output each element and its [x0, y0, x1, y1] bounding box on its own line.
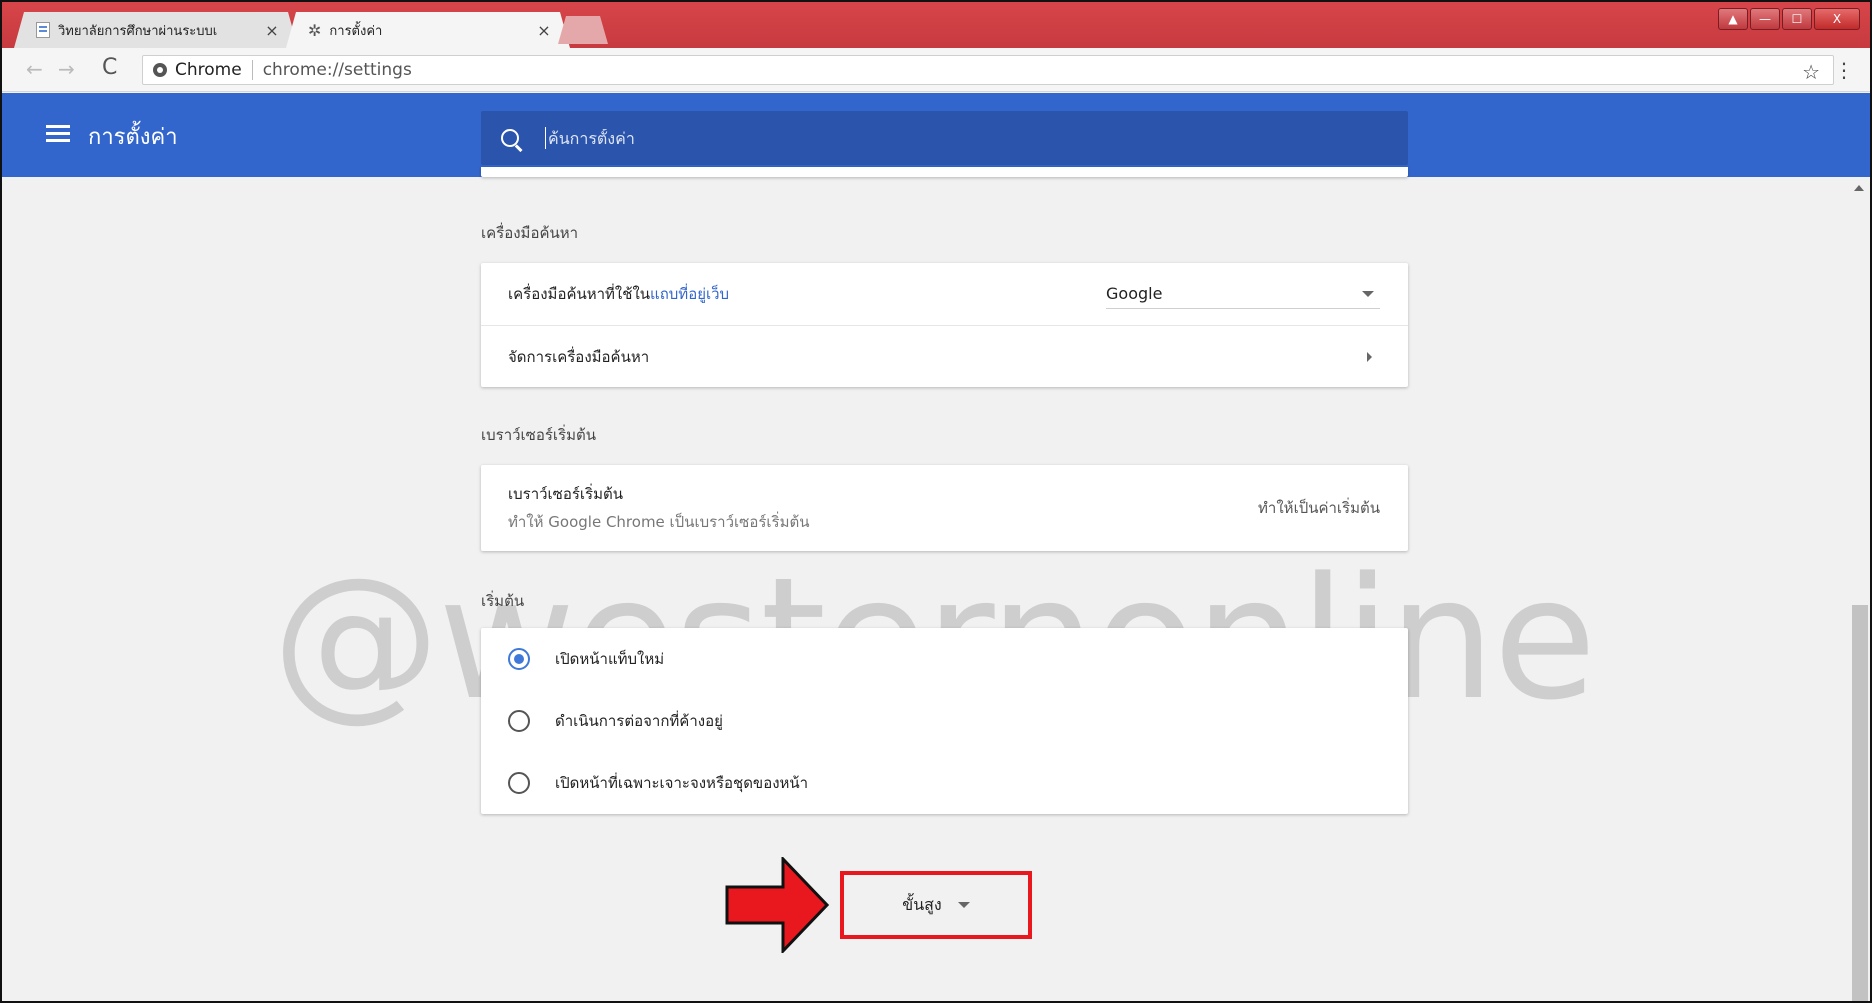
tab-title: การตั้งค่า [329, 23, 383, 39]
reload-icon[interactable]: C [102, 55, 117, 80]
tab-college[interactable]: วิทยาลัยการศึกษาผ่านระบบเ × [14, 12, 298, 48]
radio-unselected-icon[interactable] [508, 710, 530, 732]
new-tab-button[interactable] [558, 16, 608, 44]
back-icon[interactable]: ← [26, 57, 43, 81]
origin-chip-label: Chrome [175, 60, 242, 80]
tab-settings[interactable]: ✲ การตั้งค่า × [286, 12, 570, 48]
settings-content: @westernonline เครื่องมือค้นหา เครื่องมื… [2, 167, 1852, 1001]
scroll-up-icon[interactable] [1854, 185, 1864, 191]
browser-window: วิทยาลัยการศึกษาผ่านระบบเ × ✲ การตั้งค่า… [0, 0, 1872, 1003]
chrome-icon [153, 63, 167, 77]
close-tab-icon[interactable]: × [536, 21, 552, 40]
section-title-on-startup: เริ่มต้น [481, 592, 525, 610]
startup-option-label: เปิดหน้าที่เฉพาะเจาะจงหรือชุดของหน้า [555, 774, 809, 792]
tab-title: วิทยาลัยการศึกษาผ่านระบบเ [58, 23, 218, 39]
search-engine-row: เครื่องมือค้นหาที่ใช้ในแถบที่อยู่เว็บ Go… [481, 263, 1408, 325]
radio-selected-icon[interactable] [508, 648, 530, 670]
default-browser-primary: เบราว์เซอร์เริ่มต้น [508, 485, 623, 503]
settings-header: การตั้งค่า [2, 93, 1870, 177]
hamburger-icon[interactable] [46, 125, 70, 143]
search-engine-value: Google [1106, 284, 1163, 303]
chevron-right-icon [1367, 351, 1372, 362]
advanced-button[interactable]: ขั้นสูง [840, 871, 1032, 939]
manage-search-engines-label: จัดการเครื่องมือค้นหา [508, 347, 650, 366]
search-engine-select[interactable]: Google [1106, 279, 1380, 309]
browser-toolbar: ← → C Chrome chrome://settings ☆ ⋮ [2, 48, 1870, 92]
forward-icon[interactable]: → [58, 57, 75, 81]
section-title-default-browser: เบราว์เซอร์เริ่มต้น [481, 426, 596, 444]
page-title: การตั้งค่า [88, 125, 178, 150]
advanced-label: ขั้นสูง [902, 894, 942, 914]
search-engine-card: เครื่องมือค้นหาที่ใช้ในแถบที่อยู่เว็บ Go… [481, 263, 1408, 387]
section-title-search-engine: เครื่องมือค้นหา [481, 224, 579, 242]
search-input[interactable] [548, 128, 1348, 148]
manage-search-engines-row[interactable]: จัดการเครื่องมือค้นหา [481, 325, 1408, 387]
bookmark-star-icon[interactable]: ☆ [1802, 60, 1820, 84]
scrollbar-thumb[interactable] [1852, 605, 1868, 1001]
gear-icon: ✲ [308, 20, 322, 40]
startup-option-label: ดำเนินการต่อจากที่ค้างอยู่ [555, 712, 723, 730]
window-controls: ▲ — ☐ X [1718, 8, 1860, 30]
default-browser-row: เบราว์เซอร์เริ่มต้น ทำให้ Google Chrome … [481, 465, 1408, 551]
startup-option-continue[interactable]: ดำเนินการต่อจากที่ค้างอยู่ [481, 690, 1408, 752]
document-icon [36, 22, 50, 38]
search-engine-label-text: เครื่องมือค้นหาที่ใช้ใน [508, 285, 651, 303]
dropdown-arrow-icon [1362, 290, 1374, 297]
default-browser-card: เบราว์เซอร์เริ่มต้น ทำให้ Google Chrome … [481, 465, 1408, 551]
close-window-button[interactable]: X [1814, 8, 1860, 30]
on-startup-card: เปิดหน้าแท็บใหม่ ดำเนินการต่อจากที่ค้างอ… [481, 628, 1408, 814]
radio-unselected-icon[interactable] [508, 772, 530, 794]
startup-option-new-tab[interactable]: เปิดหน้าแท็บใหม่ [481, 628, 1408, 690]
maximize-button[interactable]: ☐ [1782, 8, 1812, 30]
address-bar-link[interactable]: แถบที่อยู่เว็บ [650, 285, 729, 303]
search-engine-label: เครื่องมือค้นหาที่ใช้ในแถบที่อยู่เว็บ [508, 282, 1106, 306]
url-text: chrome://settings [262, 60, 412, 80]
previous-card-edge [481, 167, 1408, 177]
text-cursor [545, 127, 546, 149]
minimize-button[interactable]: — [1750, 8, 1780, 30]
divider [251, 60, 253, 80]
user-icon[interactable]: ▲ [1718, 8, 1748, 30]
settings-search-box[interactable] [481, 111, 1408, 165]
startup-option-specific-pages[interactable]: เปิดหน้าที่เฉพาะเจาะจงหรือชุดของหน้า [481, 752, 1408, 814]
address-bar[interactable]: Chrome chrome://settings [142, 55, 1834, 85]
expand-arrow-icon [957, 902, 970, 908]
vertical-scrollbar[interactable] [1850, 177, 1870, 1001]
default-browser-text: เบราว์เซอร์เริ่มต้น ทำให้ Google Chrome … [508, 482, 1258, 534]
tab-strip: วิทยาลัยการศึกษาผ่านระบบเ × ✲ การตั้งค่า… [2, 2, 1870, 48]
red-arrow-icon [725, 857, 829, 953]
make-default-button[interactable]: ทำให้เป็นค่าเริ่มต้น [1258, 496, 1380, 520]
close-tab-icon[interactable]: × [264, 21, 280, 40]
search-icon [501, 129, 519, 147]
browser-menu-icon[interactable]: ⋮ [1834, 58, 1854, 82]
default-browser-secondary: ทำให้ Google Chrome เป็นเบราว์เซอร์เริ่ม… [508, 513, 810, 531]
startup-option-label: เปิดหน้าแท็บใหม่ [555, 650, 665, 668]
